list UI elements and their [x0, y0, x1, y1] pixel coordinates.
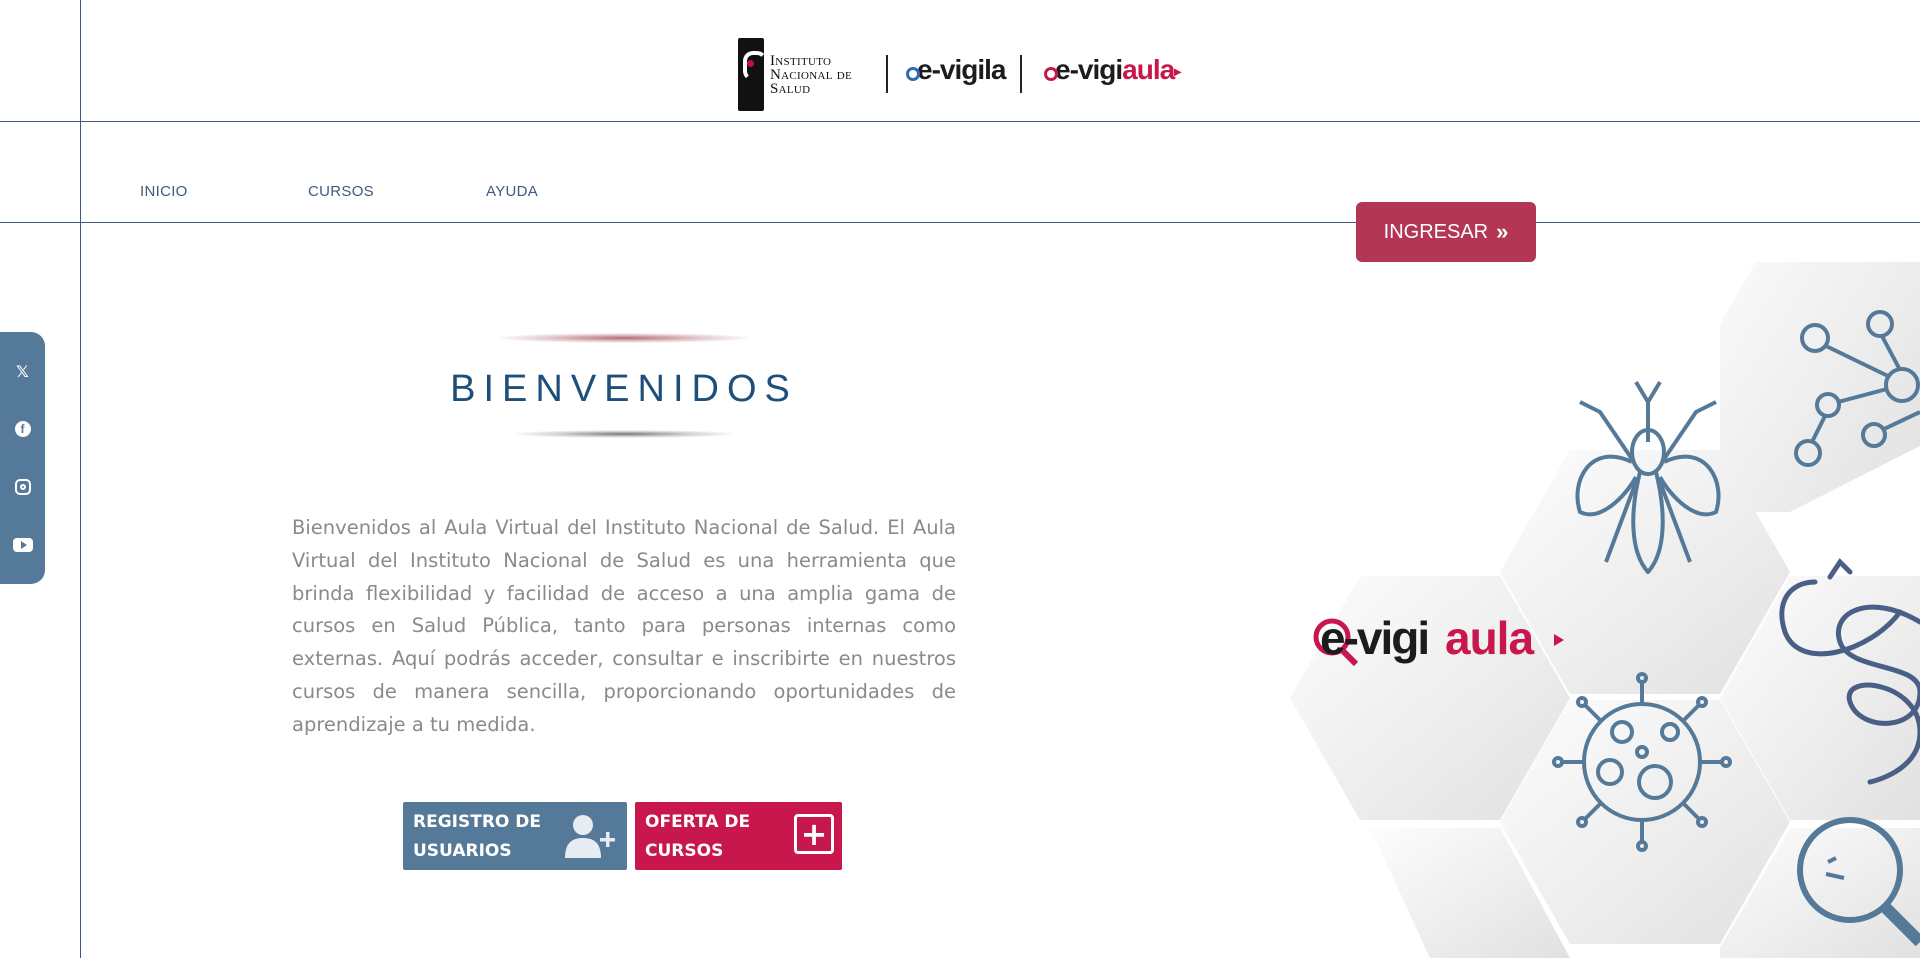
logo-separator: [886, 55, 888, 93]
ins-logo-text: Instituto Nacional de Salud: [770, 52, 853, 97]
nav-item-cursos[interactable]: CURSOS: [308, 183, 374, 200]
welcome-paragraph: Bienvenidos al Aula Virtual del Institut…: [292, 516, 956, 736]
youtube-icon[interactable]: [12, 534, 34, 556]
logo-separator: [1020, 55, 1022, 93]
hexagon-illustration: e-vigi aula: [1290, 262, 1920, 958]
add-user-icon: [565, 815, 615, 858]
ingresar-label: INGRESAR: [1383, 220, 1489, 243]
ins-logo[interactable]: Instituto Nacional de Salud: [738, 38, 852, 111]
frame-vertical-line: [80, 0, 81, 958]
social-sidebar: 𝕏 f: [0, 332, 45, 584]
page-title: BIENVENIDOS: [450, 368, 798, 410]
x-twitter-icon[interactable]: 𝕏: [12, 360, 34, 382]
header-divider: [0, 121, 1920, 122]
magnifier-icon: [906, 67, 920, 81]
hex-logo-prefix: e-vigi: [1320, 612, 1428, 664]
magnifier-icon: [1044, 67, 1058, 81]
plus-square-icon: +: [794, 814, 834, 854]
oferta-cursos-button[interactable]: OFERTA DE CURSOS +: [635, 802, 842, 870]
registro-usuarios-button[interactable]: REGISTRO DE USUARIOS: [403, 802, 627, 870]
title-shadow-top: [500, 333, 748, 343]
site-header: Instituto Nacional de Salud e-vigila e-v…: [0, 0, 1920, 121]
nav-item-ayuda[interactable]: AYUDA: [486, 183, 538, 200]
play-triangle-icon: ▸: [1174, 63, 1181, 80]
title-shadow-bottom: [515, 430, 733, 438]
ingresar-button[interactable]: INGRESAR »: [1356, 202, 1536, 262]
facebook-icon[interactable]: f: [12, 418, 34, 440]
nav-item-inicio[interactable]: INICIO: [140, 183, 188, 200]
evigila-aula-logo[interactable]: e-vigiaula▸: [1044, 54, 1181, 86]
nav-divider: [0, 222, 1920, 223]
instagram-icon[interactable]: [12, 476, 34, 498]
double-chevron-right-icon: »: [1496, 219, 1509, 244]
ins-mark-icon: [738, 38, 767, 111]
hex-logo-suffix: aula: [1445, 612, 1534, 664]
evigila-logo[interactable]: e-vigila: [906, 54, 1006, 86]
